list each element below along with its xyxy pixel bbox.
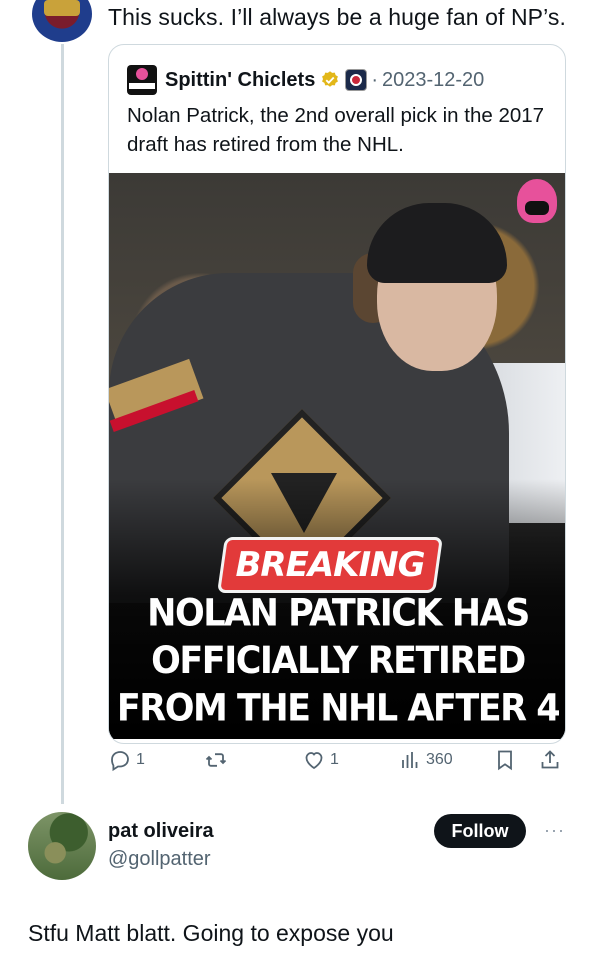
- quoted-tweet-card[interactable]: Spittin' Chiclets · 2023-12-20 Nolan Pat…: [108, 44, 566, 744]
- image-headline: NOLAN PATRICK HAS OFFICIALLY RETIRED FRO…: [116, 592, 561, 739]
- quoted-tweet-image[interactable]: BREAKING NOLAN PATRICK HAS OFFICIALLY RE…: [109, 173, 565, 739]
- bookmark-icon: [498, 750, 512, 771]
- quoted-tweet-text: Nolan Patrick, the 2nd overall pick in t…: [127, 104, 545, 156]
- retweet-icon: [205, 753, 227, 767]
- reply-tweet-text: Stfu Matt blatt. Going to expose you: [28, 920, 394, 946]
- breaking-label: BREAKING: [235, 545, 426, 585]
- affiliate-badge-icon[interactable]: [345, 69, 368, 91]
- verified-badge-icon: [322, 71, 339, 87]
- reply-button[interactable]: 1: [108, 748, 145, 772]
- heart-icon: [305, 752, 323, 770]
- avatar-emblem: [44, 0, 80, 16]
- share-icon: [541, 750, 559, 769]
- reply-author-row: pat oliveira @gollpatter Follow ···: [28, 812, 568, 882]
- like-count: 1: [330, 751, 339, 768]
- reply-icon: [111, 751, 129, 772]
- share-button[interactable]: [538, 748, 562, 772]
- watermark-logo-icon: [517, 179, 557, 223]
- views-count: 360: [426, 751, 453, 768]
- quoted-author-avatar[interactable]: [127, 65, 157, 95]
- reply-author-name[interactable]: pat oliveira: [108, 820, 214, 843]
- views-chart-icon: [402, 752, 418, 768]
- views-button[interactable]: 360: [398, 748, 453, 772]
- follow-button[interactable]: Follow: [434, 814, 526, 848]
- tweet-action-bar: 1 1 360: [108, 748, 566, 778]
- like-button[interactable]: 1: [302, 748, 339, 772]
- author-avatar[interactable]: [32, 0, 92, 42]
- retweet-button[interactable]: [204, 748, 232, 772]
- reply-count: 1: [136, 751, 145, 768]
- tweet-text: This sucks. I’ll always be a huge fan of…: [108, 4, 566, 30]
- bookmark-button[interactable]: [493, 748, 517, 772]
- date-separator: ·: [371, 68, 378, 91]
- quoted-tweet-header: Spittin' Chiclets · 2023-12-20: [127, 65, 484, 95]
- more-options-icon[interactable]: ···: [544, 820, 565, 841]
- reply-author-avatar[interactable]: [28, 812, 96, 880]
- quoted-tweet-date[interactable]: 2023-12-20: [382, 69, 484, 92]
- reply-author-handle[interactable]: @gollpatter: [108, 848, 211, 871]
- quoted-author-name[interactable]: Spittin' Chiclets: [165, 69, 315, 92]
- thread-connector-line: [61, 44, 64, 804]
